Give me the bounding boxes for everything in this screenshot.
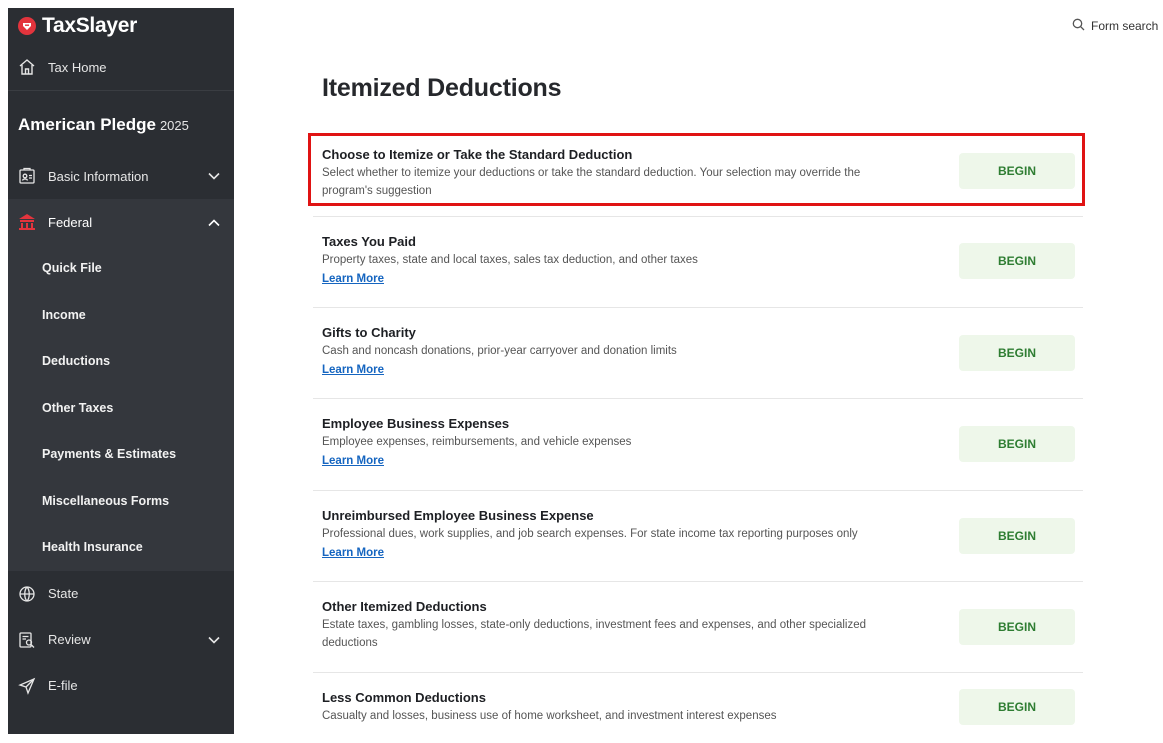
sidebar-item-other-taxes[interactable]: Other Taxes	[8, 385, 234, 432]
sidebar-item-payments-estimates[interactable]: Payments & Estimates	[8, 431, 234, 478]
begin-button[interactable]: BEGIN	[959, 518, 1075, 554]
row-description: Casualty and losses, business use of hom…	[322, 710, 777, 722]
sidebar-item-label: E-file	[48, 678, 78, 693]
sidebar-item-health-insurance[interactable]: Health Insurance	[8, 524, 234, 571]
row-description: Employee expenses, reimbursements, and v…	[322, 436, 632, 448]
id-card-icon	[18, 167, 36, 185]
row-description: Professional dues, work supplies, and jo…	[322, 528, 858, 540]
return-year: 2025	[159, 118, 189, 133]
return-name: American Pledge	[18, 115, 156, 134]
begin-button[interactable]: BEGIN	[959, 689, 1075, 725]
sidebar-item-efile[interactable]: E-file	[8, 663, 234, 709]
brand-logo[interactable]: TaxSlayer	[8, 8, 234, 44]
learn-more-link[interactable]: Learn More	[322, 273, 384, 285]
begin-button[interactable]: BEGIN	[959, 335, 1075, 371]
sidebar-item-label: Federal	[48, 214, 93, 230]
sidebar-item-label: State	[48, 586, 79, 601]
federal-subnav: Quick File Income Deductions Other Taxes…	[8, 245, 234, 571]
sidebar-item-state[interactable]: State	[8, 571, 234, 617]
globe-icon	[18, 585, 36, 603]
sidebar-item-deductions[interactable]: Deductions	[8, 338, 234, 385]
list-item: Less Common Deductions Casualty and loss…	[313, 673, 1083, 743]
brand-name: TaxSlayer	[42, 14, 137, 37]
deduction-list: Choose to Itemize or Take the Standard D…	[313, 127, 1083, 743]
sidebar-item-miscellaneous-forms[interactable]: Miscellaneous Forms	[8, 478, 234, 525]
learn-more-link[interactable]: Learn More	[322, 455, 384, 467]
row-description: Estate taxes, gambling losses, state-onl…	[322, 619, 867, 649]
begin-button[interactable]: BEGIN	[959, 153, 1075, 189]
chevron-down-icon	[208, 632, 220, 647]
form-search-label: Form search	[1091, 19, 1159, 33]
list-item: Gifts to Charity Cash and noncash donati…	[313, 308, 1083, 399]
return-title: American Pledge 2025	[8, 91, 234, 153]
send-icon	[18, 677, 36, 695]
search-icon	[1072, 18, 1085, 34]
chevron-down-icon	[208, 169, 220, 184]
sidebar-item-label: Tax Home	[48, 59, 107, 75]
begin-button[interactable]: BEGIN	[959, 609, 1075, 645]
sidebar-item-review[interactable]: Review	[8, 617, 234, 663]
review-document-icon	[18, 631, 36, 649]
list-item: Employee Business Expenses Employee expe…	[313, 399, 1083, 491]
federal-building-icon	[18, 213, 36, 231]
sidebar-item-quick-file[interactable]: Quick File	[8, 245, 234, 292]
sidebar-item-label: Basic Information	[48, 168, 149, 184]
taxslayer-logo-icon	[18, 17, 36, 35]
list-item: Taxes You Paid Property taxes, state and…	[313, 217, 1083, 308]
list-item: Other Itemized Deductions Estate taxes, …	[313, 582, 1083, 673]
learn-more-link[interactable]: Learn More	[322, 547, 384, 559]
sidebar-item-tax-home[interactable]: Tax Home	[8, 44, 234, 91]
list-item: Unreimbursed Employee Business Expense P…	[313, 491, 1083, 582]
row-description: Select whether to itemize your deduction…	[322, 167, 861, 197]
sidebar-item-federal[interactable]: Federal	[8, 199, 234, 245]
begin-button[interactable]: BEGIN	[959, 243, 1075, 279]
begin-button[interactable]: BEGIN	[959, 426, 1075, 462]
form-search[interactable]: Form search	[1072, 18, 1163, 34]
home-icon	[18, 58, 36, 76]
sidebar-item-label: Review	[48, 632, 91, 647]
page-title: Itemized Deductions	[322, 74, 562, 102]
sidebar-item-basic-information[interactable]: Basic Information	[8, 153, 234, 199]
sidebar: TaxSlayer Tax Home American Pledge 2025 B…	[8, 8, 234, 734]
row-description: Property taxes, state and local taxes, s…	[322, 254, 698, 266]
chevron-up-icon	[208, 215, 220, 230]
learn-more-link[interactable]: Learn More	[322, 364, 384, 376]
row-description: Cash and noncash donations, prior-year c…	[322, 345, 677, 357]
sidebar-item-income[interactable]: Income	[8, 292, 234, 339]
list-item: Choose to Itemize or Take the Standard D…	[313, 127, 1083, 217]
